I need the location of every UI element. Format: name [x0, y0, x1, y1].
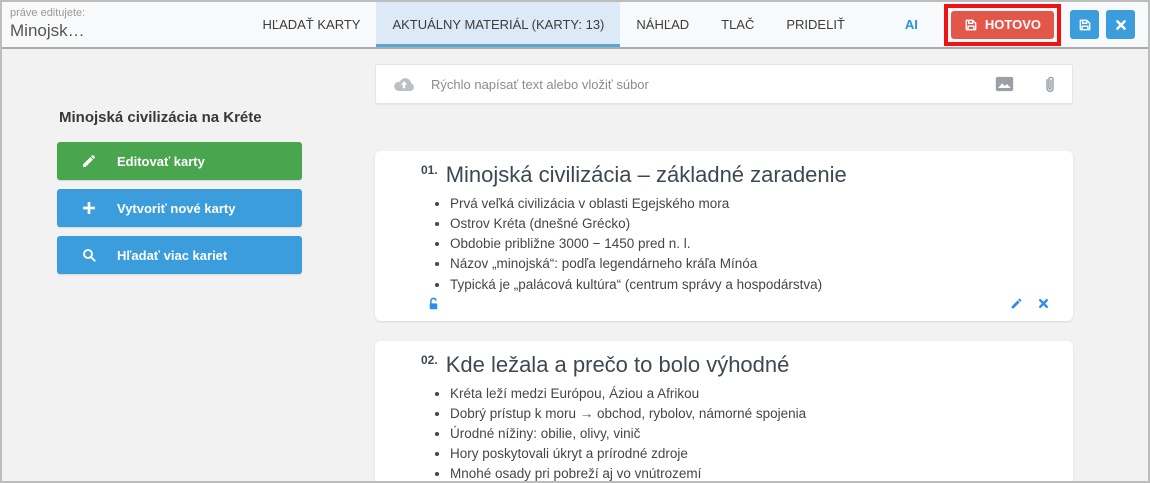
top-bar: práve editujete: Minojsk… HĽADAŤ KARTY A…	[2, 2, 1148, 49]
done-button[interactable]: HOTOVO	[951, 11, 1054, 39]
card-number: 02.	[421, 353, 438, 367]
card-title: Kde ležala a prečo to bolo výhodné	[446, 352, 790, 377]
edit-cards-button[interactable]: Editovať karty	[57, 142, 302, 180]
card-bullet: Ostrov Kréta (dnešné Grécko)	[450, 214, 1049, 233]
card-bullet: Prvá veľká civilizácia v oblasti Egejské…	[450, 194, 1049, 213]
card-footer	[399, 297, 1049, 315]
currently-editing: práve editujete: Minojsk…	[2, 2, 170, 47]
remove-card-icon[interactable]	[1038, 298, 1049, 309]
paperclip-icon[interactable]	[1044, 75, 1056, 94]
card-actions	[1010, 297, 1049, 310]
flashcard: 01. Minojská civilizácia – základné zarad…	[375, 151, 1073, 321]
edit-card-icon[interactable]	[1010, 297, 1023, 310]
quickbar-icons	[995, 75, 1056, 94]
tab-ai[interactable]: AI	[889, 2, 934, 47]
create-new-cards-button[interactable]: Vytvoriť nové karty	[57, 189, 302, 227]
quick-input-bar[interactable]: Rýchlo napísať text alebo vložiť súbor	[375, 64, 1073, 104]
card-bullet-list: Kréta leží medzi Európou, Áziou a Afriko…	[399, 384, 1049, 483]
tab-print[interactable]: TLAČ	[705, 2, 770, 47]
editor-window: práve editujete: Minojsk… HĽADAŤ KARTY A…	[0, 0, 1150, 483]
card-bullet: Úrodné nížiny: obilie, olivy, vinič	[450, 424, 1049, 443]
unlock-icon[interactable]	[427, 297, 440, 311]
pencil-icon	[81, 153, 97, 169]
card-title-row: 01. Minojská civilizácia – základné zarad…	[399, 161, 1049, 189]
search-more-cards-label: Hľadať viac kariet	[117, 248, 227, 263]
card-bullet: Hory poskytovali úkryt a prírodné zdroje	[450, 444, 1049, 463]
card-bullet: Mnohé osady pri pobreží aj vo vnútrozemí	[450, 464, 1049, 483]
card-bullet: Dobrý prístup k moru → obchod, rybolov, …	[450, 404, 1049, 423]
image-icon[interactable]	[995, 76, 1014, 92]
card-title-row: 02. Kde ležala a prečo to bolo výhodné	[399, 351, 1049, 379]
tab-current-material[interactable]: AKTUÁLNY MATERIÁL (KARTY: 13)	[376, 2, 620, 47]
tab-preview[interactable]: NÁHĽAD	[620, 2, 705, 47]
card-bullet: Obdobie približne 3000 − 1450 pred n. l.	[450, 234, 1049, 253]
card-bullet-list: Prvá veľká civilizácia v oblasti Egejské…	[399, 194, 1049, 294]
editing-material-name: Minojsk…	[10, 20, 160, 42]
main-column: Rýchlo napísať text alebo vložiť súbor	[375, 64, 1073, 483]
card-bullet: Typická je „palácová kultúra“ (centrum s…	[450, 275, 1049, 294]
save-icon-button[interactable]	[1070, 10, 1099, 39]
card-bullet: Kréta leží medzi Európou, Áziou a Afriko…	[450, 384, 1049, 403]
tab-assign[interactable]: PRIDELIŤ	[770, 2, 861, 47]
save-floppy-icon	[964, 18, 978, 32]
material-title: Minojská civilizácia na Kréte	[59, 109, 302, 126]
editing-label: práve editujete:	[10, 7, 160, 20]
card-number: 01.	[421, 163, 438, 177]
quick-input-placeholder: Rýchlo napísať text alebo vložiť súbor	[431, 77, 649, 92]
tab-search-cards[interactable]: HĽADAŤ KARTY	[246, 2, 376, 47]
card-title: Minojská civilizácia – základné zaradeni…	[446, 162, 847, 187]
save-floppy-icon	[1078, 18, 1092, 32]
cloud-upload-icon	[392, 72, 416, 96]
close-icon-button[interactable]	[1106, 10, 1135, 39]
edit-cards-label: Editovať karty	[117, 154, 205, 169]
done-button-label: HOTOVO	[985, 17, 1041, 32]
search-more-cards-button[interactable]: Hľadať viac kariet	[57, 236, 302, 274]
plus-icon	[81, 200, 97, 216]
card-bullet: Názov „minojská“: podľa legendárneho krá…	[450, 254, 1049, 273]
sidebar: Minojská civilizácia na Kréte Editovať k…	[57, 109, 302, 283]
close-icon	[1115, 19, 1127, 31]
annotation-highlight-box: HOTOVO	[944, 4, 1061, 46]
flashcard: 02. Kde ležala a prečo to bolo výhodné Kr…	[375, 341, 1073, 483]
create-new-cards-label: Vytvoriť nové karty	[117, 201, 235, 216]
search-icon	[81, 247, 97, 263]
tab-bar: HĽADAŤ KARTY AKTUÁLNY MATERIÁL (KARTY: 1…	[246, 2, 941, 47]
